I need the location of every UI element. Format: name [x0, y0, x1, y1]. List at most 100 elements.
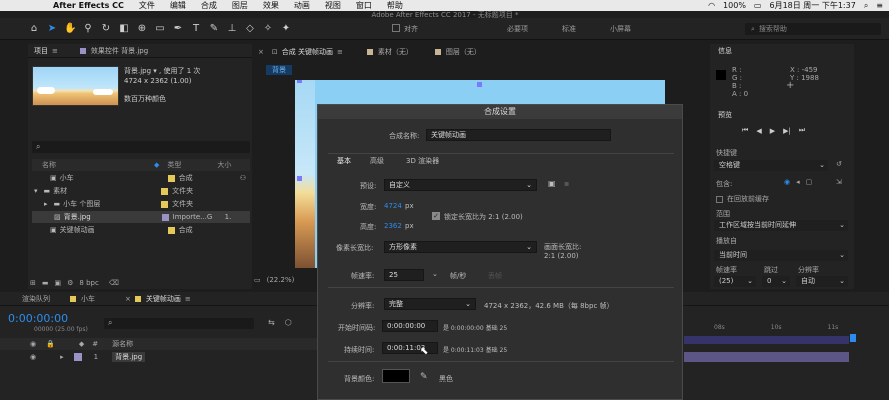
duration-field[interactable]: 0:00:11:03 [382, 342, 438, 354]
pan-behind-tool-icon[interactable]: ⊕ [136, 23, 148, 35]
list-item[interactable]: ▨ 背景.jpg Importe...G 1. [32, 211, 250, 223]
last-frame-icon[interactable]: ⏭ [799, 126, 805, 135]
layer-row[interactable]: ◉ ▸ 1 背景.jpg [0, 351, 318, 363]
lock-icon[interactable]: ⊡ [272, 48, 278, 56]
selection-tool-icon[interactable]: ➤ [46, 23, 58, 35]
fps-field[interactable]: 25 [384, 269, 424, 281]
height-value[interactable]: 2362 [384, 222, 402, 230]
tab-basic[interactable]: 基本 [337, 156, 351, 166]
transform-handle[interactable] [297, 80, 302, 83]
save-preset-icon[interactable]: ▣ [548, 179, 556, 188]
pixel-aspect-select[interactable]: 方形像素 ⌄ [384, 241, 537, 253]
tab-layer[interactable]: 图层（无） [446, 47, 481, 57]
preview-title[interactable]: 预览 [718, 110, 732, 120]
col-name[interactable]: 名称 [42, 160, 154, 170]
video-toggle-icon[interactable]: ◉ [784, 178, 790, 186]
wifi-icon[interactable]: ◠ [708, 1, 715, 10]
trash-icon[interactable]: ⌫ [109, 279, 119, 287]
menu-window[interactable]: 窗口 [356, 0, 372, 11]
list-item[interactable]: ▾ ▬ 素材 文件夹 [32, 185, 250, 197]
list-item[interactable]: ▸ ▬ 小车 个图层 文件夹 [32, 198, 250, 210]
tab-effect-controls[interactable]: 效果控件 背景.jpg [91, 46, 148, 56]
hand-tool-icon[interactable]: ✋ [64, 23, 76, 35]
overlay-toggle-icon[interactable]: ▢ [806, 178, 813, 186]
menu-file[interactable]: 文件 [139, 0, 155, 11]
lock-icon[interactable]: 🔒 [46, 340, 55, 348]
drop-frame-select[interactable]: 丢帧 [488, 271, 502, 281]
chevron-right-icon[interactable]: ▸ [44, 200, 48, 208]
play-icon[interactable]: ▶ [770, 127, 775, 135]
col-size[interactable]: 大小 [217, 160, 231, 170]
workspace-standard[interactable]: 标准 [562, 24, 576, 34]
workspace-small-screen[interactable]: 小屏幕 [610, 24, 631, 34]
work-area-end-handle[interactable] [850, 334, 856, 342]
range-select[interactable]: 工作区域按当前时间延伸 ⌄ [714, 220, 848, 231]
close-icon[interactable]: × [125, 295, 131, 303]
col-source-name[interactable]: 源名称 [112, 339, 133, 349]
comp-name-field[interactable]: 关键帧动画 [426, 129, 611, 141]
list-item[interactable]: ▣ 小车 合成 ⚇ [32, 172, 250, 184]
bpc-label[interactable]: 8 bpc [79, 279, 98, 287]
tab-render-queue[interactable]: 渲染队列 [22, 294, 50, 304]
start-timecode-field[interactable]: 0:00:00:00 [382, 320, 438, 332]
shortcut-select[interactable]: 空格键 ⌄ [714, 160, 828, 171]
new-comp-icon[interactable]: ▣ [55, 279, 62, 287]
battery-icon[interactable]: ▭ [754, 1, 762, 10]
reset-icon[interactable]: ↺ [836, 160, 842, 168]
next-frame-icon[interactable]: ▶| [783, 127, 791, 135]
work-area-bar[interactable] [684, 336, 849, 344]
monitor-icon[interactable]: ▭ [254, 276, 261, 284]
menu-layer[interactable]: 图层 [232, 0, 248, 11]
info-title[interactable]: 信息 [718, 46, 732, 56]
layer-duration-bar[interactable] [684, 352, 849, 362]
new-folder-icon[interactable]: ▬ [42, 279, 49, 287]
settings-icon[interactable]: ⚙ [67, 279, 73, 287]
col-type[interactable]: 类型 [167, 160, 217, 170]
type-tool-icon[interactable]: T [190, 23, 202, 35]
tab-project[interactable]: 项目 [34, 46, 48, 56]
timeline-search-input[interactable]: ⌕ [104, 318, 254, 329]
menu-view[interactable]: 视图 [325, 0, 341, 11]
index-col-icon[interactable]: # [92, 340, 98, 348]
list-icon[interactable]: ≡ [876, 1, 883, 10]
tab-keyframe-animation[interactable]: 关键帧动画 [146, 294, 181, 304]
fps-dropdown-icon[interactable]: ⌄ [432, 270, 438, 278]
audio-toggle-icon[interactable]: ◂ [796, 178, 800, 186]
clone-tool-icon[interactable]: ⊥ [226, 23, 238, 35]
prev-frame-icon[interactable]: ◀ [756, 127, 761, 135]
roto-tool-icon[interactable]: ✧ [262, 23, 274, 35]
workspace-essentials[interactable]: 必要项 [507, 24, 528, 34]
tab-advanced[interactable]: 高级 [370, 156, 384, 166]
delete-preset-icon[interactable]: ▪ [564, 179, 569, 188]
brush-tool-icon[interactable]: ✎ [208, 23, 220, 35]
menu-edit[interactable]: 编辑 [170, 0, 186, 11]
app-menu[interactable]: After Effects CC [53, 1, 124, 10]
skip-select[interactable]: 0 ⌄ [762, 276, 790, 287]
bg-color-swatch[interactable] [382, 369, 410, 383]
label-icon[interactable]: ◆ [154, 161, 159, 169]
pen-tool-icon[interactable]: ✒ [172, 23, 184, 35]
current-timecode[interactable]: 0:00:00:00 [8, 312, 68, 325]
eyedropper-icon[interactable]: ✎ [420, 372, 428, 382]
search-icon[interactable]: ⌕ [864, 1, 868, 11]
export-icon[interactable]: ⇲ [836, 178, 842, 186]
visibility-icon[interactable]: ◉ [30, 340, 36, 348]
transform-handle[interactable] [297, 176, 302, 181]
tab-3d-renderer[interactable]: 3D 渲染器 [406, 156, 439, 166]
eraser-tool-icon[interactable]: ◇ [244, 23, 256, 35]
play-from-select[interactable]: 当前时间 ⌄ [714, 250, 848, 261]
menu-icon[interactable]: ≡ [337, 48, 343, 56]
tab-small-car[interactable]: 小车 [81, 294, 95, 304]
label-swatch[interactable] [73, 353, 82, 361]
menu-effect[interactable]: 效果 [263, 0, 279, 11]
clock[interactable]: 6月18日 周一 下午1:37 [769, 0, 855, 11]
puppet-tool-icon[interactable]: ✦ [280, 23, 292, 35]
chevron-right-icon[interactable]: ▸ [60, 353, 64, 361]
label-col-icon[interactable]: ◆ [79, 340, 84, 348]
width-value[interactable]: 4724 [384, 202, 402, 210]
res-select[interactable]: 自动 ⌄ [796, 276, 848, 287]
menu-help[interactable]: 帮助 [387, 0, 403, 11]
rectangle-tool-icon[interactable]: ▭ [154, 23, 166, 35]
cache-checkbox[interactable] [716, 195, 723, 203]
breadcrumb[interactable]: 背景 [266, 65, 292, 75]
